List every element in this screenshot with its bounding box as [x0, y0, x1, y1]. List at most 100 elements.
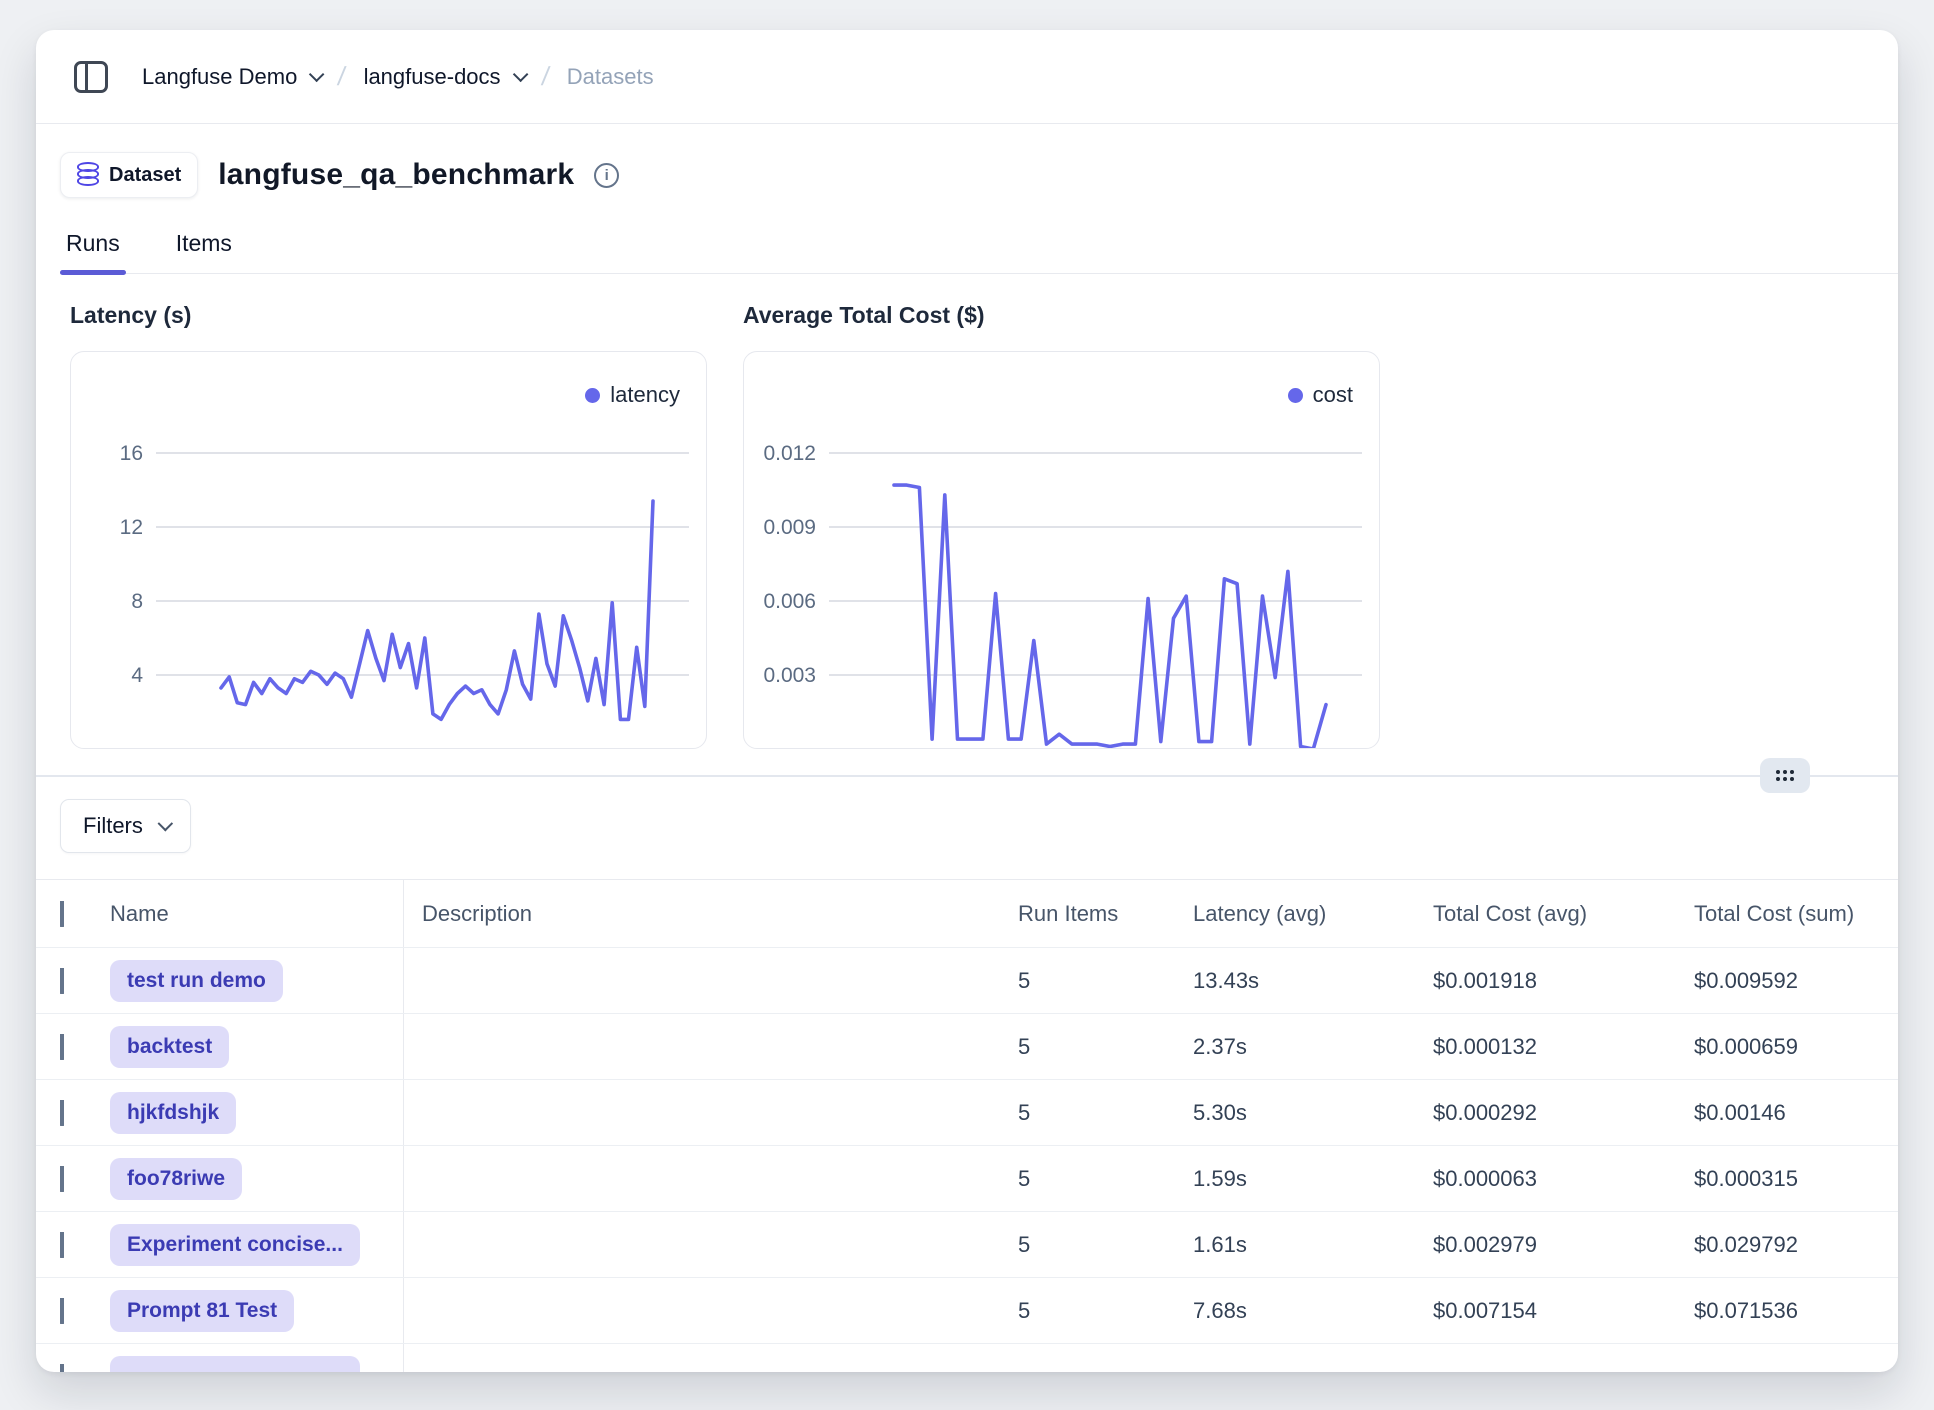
- column-header-total-cost-sum: Total Cost (sum): [1694, 901, 1898, 927]
- breadcrumb-separator: /: [336, 61, 348, 92]
- run-items-cell: 5: [1018, 1232, 1193, 1258]
- breadcrumb-project[interactable]: langfuse-docs: [364, 64, 524, 90]
- row-checkbox[interactable]: [60, 968, 64, 994]
- row-checkbox-cell: [36, 1232, 96, 1258]
- breadcrumb-page[interactable]: Datasets: [567, 64, 654, 90]
- row-checkbox[interactable]: [60, 1232, 64, 1258]
- database-icon: [77, 162, 99, 188]
- total-cost-avg-cell: $0.002979: [1433, 1232, 1694, 1258]
- breadcrumb-org[interactable]: Langfuse Demo: [142, 64, 320, 90]
- row-checkbox-cell: [36, 1298, 96, 1324]
- svg-text:4: 4: [131, 664, 143, 687]
- tab-runs[interactable]: Runs: [60, 230, 126, 273]
- cost-chart-title: Average Total Cost ($): [743, 302, 1380, 329]
- cost-chart: cost 0.0120.0090.0060.003: [743, 351, 1380, 749]
- column-header-run-items: Run Items: [1018, 901, 1193, 927]
- resize-handle[interactable]: [1760, 758, 1810, 793]
- column-header-total-cost-avg: Total Cost (avg): [1433, 901, 1694, 927]
- latency-avg-cell: 7.68s: [1193, 1298, 1433, 1324]
- table-row: [36, 1344, 1898, 1372]
- drag-dots-icon: [1776, 770, 1794, 781]
- row-checkbox[interactable]: [60, 1034, 64, 1060]
- run-name-badge[interactable]: Experiment concise...: [110, 1224, 360, 1266]
- total-cost-sum-cell: $0.000315: [1694, 1166, 1898, 1192]
- svg-text:0.009: 0.009: [763, 516, 816, 539]
- run-name-cell: backtest: [96, 1014, 404, 1079]
- sidebar-toggle-icon[interactable]: [74, 61, 108, 93]
- row-checkbox-cell: [36, 1166, 96, 1192]
- main-card: Langfuse Demo / langfuse-docs / Datasets…: [36, 30, 1898, 1372]
- breadcrumb-bar: Langfuse Demo / langfuse-docs / Datasets: [36, 30, 1898, 124]
- svg-text:8: 8: [131, 590, 143, 613]
- table-row: Prompt 81 Test57.68s$0.007154$0.071536: [36, 1278, 1898, 1344]
- run-name-badge[interactable]: Prompt 81 Test: [110, 1290, 294, 1332]
- filters-button[interactable]: Filters: [60, 799, 191, 853]
- table-row: hjkfdshjk 55.30s$0.000292$0.00146: [36, 1080, 1898, 1146]
- svg-text:12: 12: [120, 516, 143, 539]
- row-checkbox-cell: [36, 1034, 96, 1060]
- run-items-cell: 5: [1018, 1034, 1193, 1060]
- row-checkbox[interactable]: [60, 1166, 64, 1192]
- svg-text:16: 16: [120, 442, 143, 465]
- filters-row: Filters: [36, 777, 1898, 853]
- latency-chart: latency 161284: [70, 351, 707, 749]
- total-cost-sum-cell: $0.00146: [1694, 1100, 1898, 1126]
- column-header-latency-avg: Latency (avg): [1193, 901, 1433, 927]
- svg-text:0.003: 0.003: [763, 664, 816, 687]
- chevron-down-icon: [309, 67, 325, 83]
- run-items-cell: 5: [1018, 1298, 1193, 1324]
- column-header-description: Description: [404, 901, 1018, 927]
- row-checkbox[interactable]: [60, 1100, 64, 1126]
- dataset-type-badge: Dataset: [60, 152, 198, 198]
- run-name-cell: [96, 1344, 404, 1372]
- run-name-cell: hjkfdshjk: [96, 1080, 404, 1145]
- filters-button-label: Filters: [83, 813, 143, 839]
- latency-avg-cell: 1.61s: [1193, 1232, 1433, 1258]
- total-cost-sum-cell: $0.000659: [1694, 1034, 1898, 1060]
- total-cost-avg-cell: $0.007154: [1433, 1298, 1694, 1324]
- run-name-cell: Prompt 81 Test: [96, 1278, 404, 1343]
- run-name-cell: test run demo: [96, 948, 404, 1013]
- column-header-name: Name: [96, 880, 404, 947]
- run-items-cell: 5: [1018, 1166, 1193, 1192]
- tab-items[interactable]: Items: [170, 230, 238, 273]
- latency-avg-cell: 1.59s: [1193, 1166, 1433, 1192]
- info-icon[interactable]: i: [594, 163, 619, 188]
- page-title: langfuse_qa_benchmark: [218, 158, 574, 192]
- total-cost-avg-cell: $0.000063: [1433, 1166, 1694, 1192]
- run-name-badge[interactable]: foo78riwe: [110, 1158, 242, 1200]
- breadcrumb-separator: /: [539, 61, 551, 92]
- run-name-badge[interactable]: hjkfdshjk: [110, 1092, 236, 1134]
- tab-bar: Runs Items: [60, 230, 1898, 274]
- row-checkbox[interactable]: [60, 1364, 64, 1373]
- table-body: test run demo513.43s$0.001918$0.009592ba…: [36, 948, 1898, 1372]
- select-all-checkbox[interactable]: [60, 901, 64, 927]
- breadcrumb-page-label: Datasets: [567, 64, 654, 90]
- latency-avg-cell: 5.30s: [1193, 1100, 1433, 1126]
- chevron-down-icon: [157, 815, 173, 831]
- run-name-badge[interactable]: test run demo: [110, 960, 283, 1002]
- table-row: foo78riwe 51.59s$0.000063$0.000315: [36, 1146, 1898, 1212]
- breadcrumb: Langfuse Demo / langfuse-docs / Datasets: [142, 61, 654, 92]
- run-items-cell: 5: [1018, 1100, 1193, 1126]
- row-checkbox-cell: [36, 968, 96, 994]
- svg-text:0.012: 0.012: [763, 442, 816, 465]
- run-name-badge[interactable]: backtest: [110, 1026, 229, 1068]
- row-checkbox[interactable]: [60, 1298, 64, 1324]
- total-cost-avg-cell: $0.000132: [1433, 1034, 1694, 1060]
- cost-chart-block: Average Total Cost ($) cost 0.0120.0090.…: [743, 302, 1380, 749]
- section-divider: [36, 775, 1898, 777]
- latency-chart-block: Latency (s) latency 161284: [70, 302, 707, 749]
- run-items-cell: 5: [1018, 968, 1193, 994]
- dataset-badge-label: Dataset: [109, 164, 181, 187]
- total-cost-sum-cell: $0.009592: [1694, 968, 1898, 994]
- latency-avg-cell: 2.37s: [1193, 1034, 1433, 1060]
- latency-chart-title: Latency (s): [70, 302, 707, 329]
- chevron-down-icon: [512, 67, 528, 83]
- svg-text:0.006: 0.006: [763, 590, 816, 613]
- table-header-row: Name Description Run Items Latency (avg)…: [36, 880, 1898, 948]
- total-cost-avg-cell: $0.000292: [1433, 1100, 1694, 1126]
- run-name-badge[interactable]: [110, 1356, 360, 1372]
- table-row: Experiment concise...51.61s$0.002979$0.0…: [36, 1212, 1898, 1278]
- run-name-cell: foo78riwe: [96, 1146, 404, 1211]
